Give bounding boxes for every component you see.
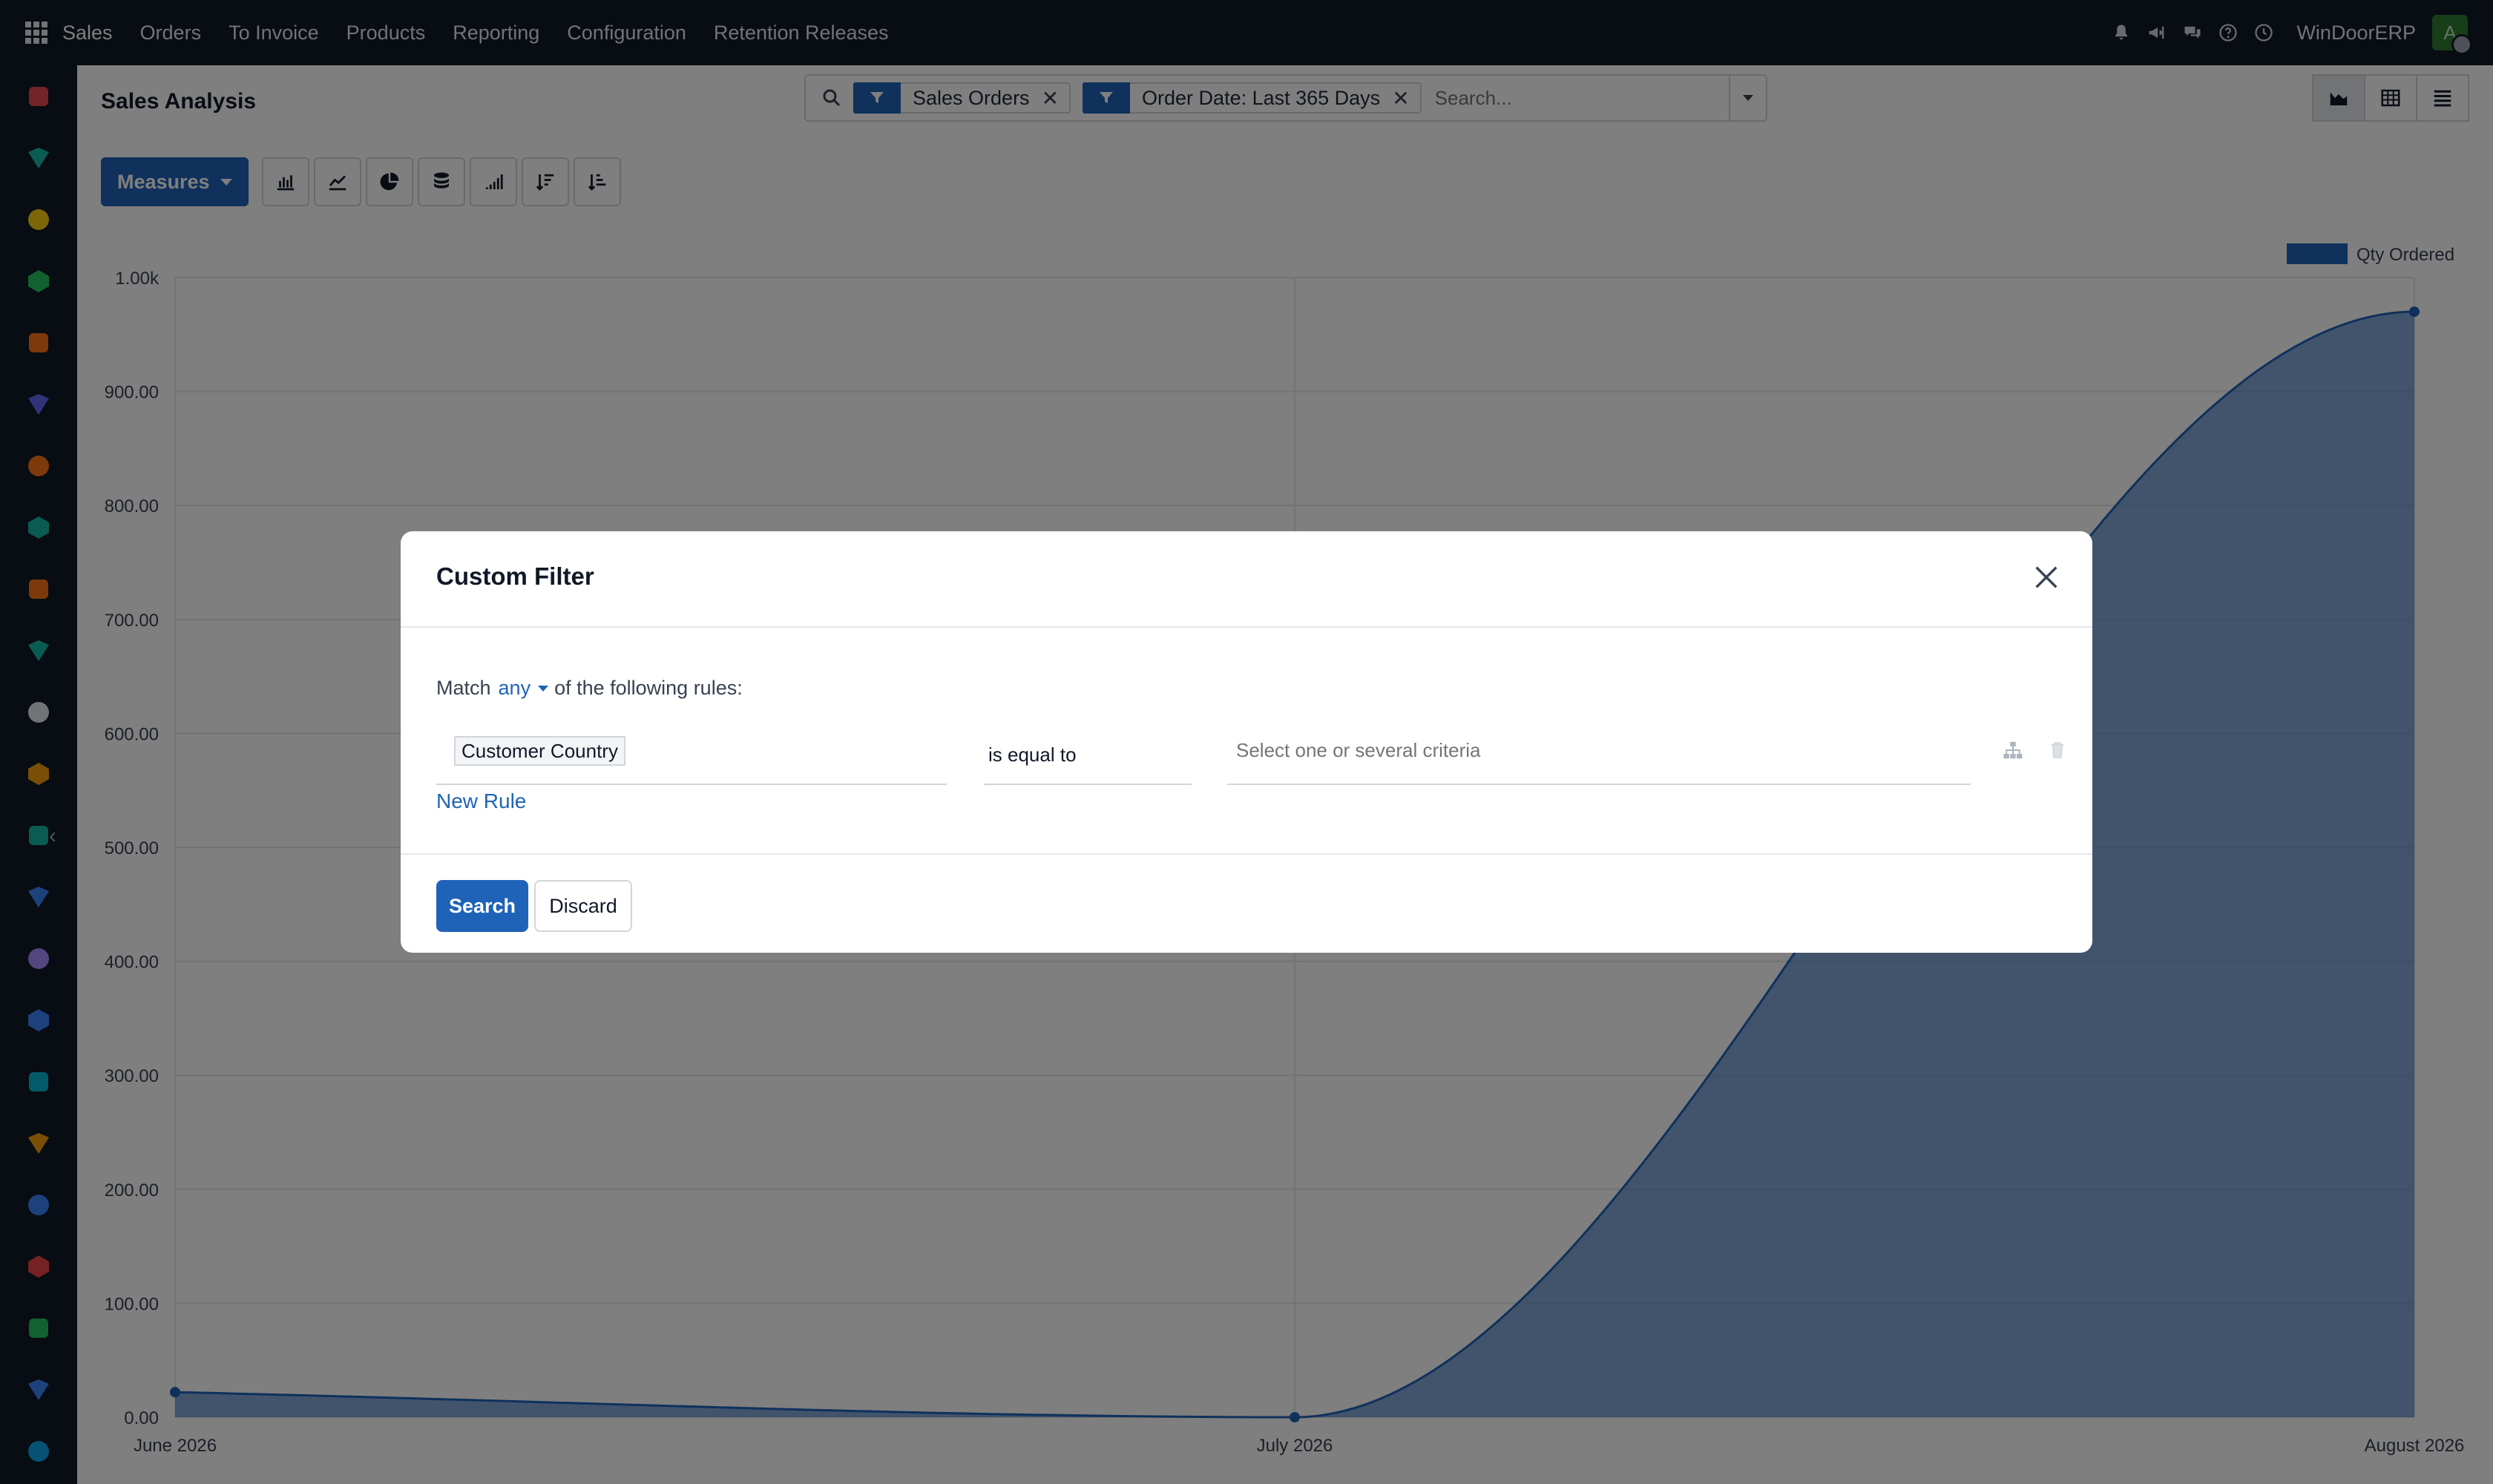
match-rule-row: Match any of the following rules: [436, 677, 743, 700]
caret-down-icon [538, 685, 549, 692]
operator-value: is equal to [988, 743, 1077, 766]
field-path-tag: Customer Country [454, 736, 625, 766]
new-rule-link[interactable]: New Rule [436, 789, 526, 813]
custom-filter-dialog: Custom Filter Match any of the following… [401, 531, 2092, 953]
trash-icon[interactable] [2046, 739, 2069, 761]
search-button[interactable]: Search [436, 880, 528, 932]
dialog-header: Custom Filter [401, 531, 2092, 628]
dialog-footer: Search Discard [401, 853, 2092, 953]
rule-value-field [1227, 726, 1971, 785]
match-prefix: Match [436, 677, 491, 699]
filter-rule-row: Customer Country is equal to [436, 726, 2064, 785]
criteria-input[interactable] [1235, 733, 1950, 767]
match-select-value: any [498, 677, 531, 699]
rule-operator-select[interactable]: is equal to [984, 726, 1192, 785]
sitemap-icon[interactable] [2002, 739, 2024, 761]
match-any-select[interactable]: any [499, 677, 549, 700]
match-suffix: of the following rules: [554, 677, 743, 699]
dialog-title: Custom Filter [436, 562, 594, 590]
discard-button[interactable]: Discard [534, 880, 632, 932]
close-icon[interactable] [2031, 562, 2061, 592]
rule-field-selector[interactable]: Customer Country [436, 726, 947, 785]
